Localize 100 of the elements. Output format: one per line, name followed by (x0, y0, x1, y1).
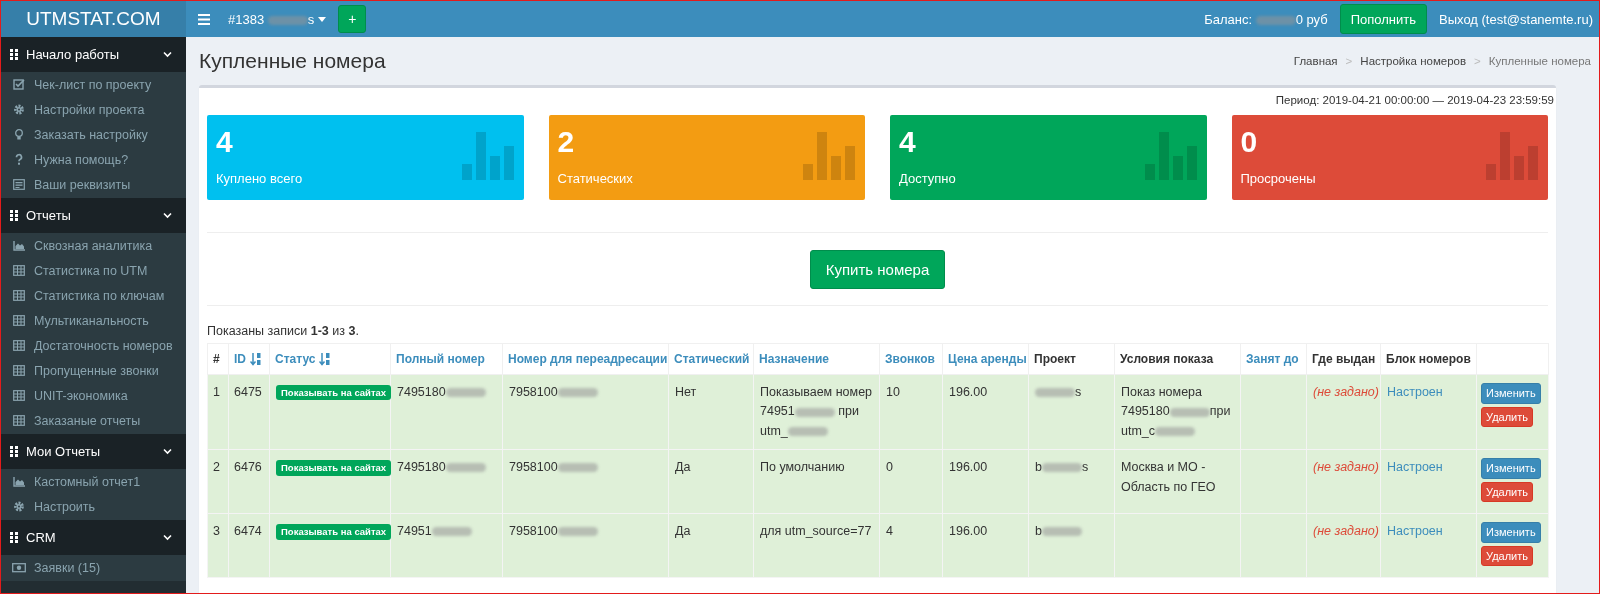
not-set-text: (не задано) (1313, 385, 1379, 399)
sidebar-item[interactable]: UNIT-экономика (1, 383, 186, 408)
sidebar-item[interactable]: Статистика по ключам (1, 283, 186, 308)
table-cell: Показ номера 7495180 при utm_c (1114, 374, 1241, 450)
column-header[interactable]: Назначение (753, 343, 880, 375)
column-header[interactable]: Звонков (879, 343, 943, 375)
sidebar-item[interactable]: Пропущенные звонки (1, 358, 186, 383)
sort-icon (319, 352, 331, 366)
table-cell: 2 (207, 449, 229, 514)
logout-link[interactable]: Выход (test@stanemte.ru) (1439, 11, 1593, 27)
stat-label: Куплено всего (216, 171, 303, 186)
sidebar-item[interactable]: Ваши реквизиты (1, 172, 186, 197)
sidebar-item[interactable]: Сквозная аналитика (1, 233, 186, 258)
not-set-text: (не задано) (1313, 524, 1379, 539)
stat-label: Доступно (899, 171, 956, 186)
blurred-text (1041, 527, 1082, 537)
table-cell: 10 (879, 374, 943, 450)
table-cell: 7958100 (502, 449, 669, 514)
column-header[interactable]: Цена аренды (942, 343, 1029, 375)
column-header[interactable]: Номер для переадресации (502, 343, 669, 375)
sidebar-section[interactable]: Отчеты (1, 198, 186, 233)
table-cell: 3 (207, 513, 229, 578)
table-cell: По умолчанию (753, 449, 880, 514)
blurred-text (1169, 407, 1210, 417)
table-link[interactable]: Настроен (1387, 460, 1443, 475)
column-header[interactable]: Полный номер (390, 343, 503, 375)
sidebar-item[interactable]: Статистика по UTM (1, 258, 186, 283)
table-cell: b (1028, 513, 1115, 578)
table-cell: 7495180 (390, 374, 503, 450)
table-link[interactable]: Настроен (1387, 524, 1443, 539)
column-header[interactable]: Статус (269, 343, 391, 375)
bar-chart-icon (803, 132, 855, 180)
table-link[interactable]: Настроен (1387, 385, 1443, 399)
edit-button[interactable]: Изменить (1481, 383, 1541, 404)
gear-icon (13, 500, 25, 513)
sort-icon (250, 352, 261, 366)
delete-button[interactable]: Удалить (1481, 481, 1533, 503)
blurred-text (557, 388, 598, 398)
area-chart-icon (13, 239, 25, 252)
breadcrumb-link[interactable]: Главная (1293, 55, 1338, 67)
bar-chart-icon (461, 132, 514, 180)
question-icon (13, 153, 25, 166)
column-header: Условия показа (1114, 343, 1241, 375)
stat-label: Статических (557, 171, 633, 186)
sidebar-item[interactable]: Чек-лист по проекту (1, 72, 186, 97)
stat-value: 4 (899, 125, 916, 158)
delete-button[interactable]: Удалить (1481, 545, 1533, 567)
page-title: Купленные номера (199, 49, 387, 73)
table-cell: Показываем номер 74951 при utm_ (753, 374, 880, 450)
grid-icon (10, 446, 18, 457)
status-badge: Показывать на сайтах (276, 524, 392, 540)
sidebar-item[interactable]: Настройки проекта (1, 97, 186, 122)
table-cell: 6476 (228, 449, 270, 514)
area-chart-icon (13, 475, 25, 488)
column-header[interactable]: Занят до (1240, 343, 1307, 375)
delete-button[interactable]: Удалить (1481, 406, 1533, 427)
card-icon (13, 178, 25, 191)
table-cell: 7958100 (502, 374, 669, 450)
blurred-text (1035, 388, 1075, 398)
period-text: Период: 2019-04-21 00:00:00 — 2019-04-23 23:59:59 (1275, 94, 1554, 106)
sidebar-item[interactable]: Нужна помощь? (1, 147, 186, 172)
add-button[interactable]: + (338, 5, 367, 33)
edit-button[interactable]: Изменить (1481, 522, 1541, 543)
table-cell: Нет (668, 374, 754, 450)
gear-icon (13, 103, 25, 116)
sidebar-item[interactable]: Заказать настройку (1, 122, 186, 147)
buy-numbers-button[interactable]: Купить номера (809, 250, 946, 289)
menu-icon[interactable] (198, 13, 210, 25)
logo: UTMSTAT.COM (1, 1, 186, 37)
column-header[interactable]: ID (228, 343, 270, 375)
bar-chart-icon (1486, 132, 1538, 180)
project-selector[interactable]: #1383 s (228, 11, 315, 27)
blurred-text (787, 426, 828, 436)
table-icon (13, 414, 25, 427)
table-cell: 1 (207, 374, 229, 450)
table-cell: 6474 (228, 513, 270, 578)
blurred-text (557, 527, 598, 537)
sidebar-item[interactable]: Достаточность номеров (1, 333, 186, 358)
topup-button[interactable]: Пополнить (1339, 4, 1428, 34)
column-header[interactable]: Статический (668, 343, 754, 375)
edit-button[interactable]: Изменить (1481, 458, 1541, 479)
sidebar-item[interactable]: Кастомный отчет1 (1, 469, 186, 494)
blurred-text (431, 527, 472, 537)
table-icon (13, 314, 25, 327)
sidebar-item[interactable]: Настроить (1, 494, 186, 519)
banknote-icon (12, 561, 26, 574)
checkbox-icon (13, 78, 25, 91)
sidebar-section[interactable]: CRM (1, 520, 186, 555)
sidebar-section[interactable]: Начало работы (1, 37, 186, 72)
status-badge: Показывать на сайтах (276, 460, 392, 476)
sidebar-section[interactable]: Мои Отчеты (1, 434, 186, 469)
blurred-text (1041, 463, 1082, 473)
sidebar-item[interactable]: Заказаные отчеты (1, 408, 186, 433)
breadcrumb-link[interactable]: Настройка номеров (1360, 55, 1467, 67)
table-cell: Да (668, 449, 754, 514)
sidebar-item[interactable]: Заявки (15) (1, 555, 186, 580)
table-cell: 74951 (390, 513, 503, 578)
caret-icon[interactable] (318, 16, 327, 22)
grid-icon (10, 532, 18, 543)
sidebar-item[interactable]: Мультиканальность (1, 308, 186, 333)
